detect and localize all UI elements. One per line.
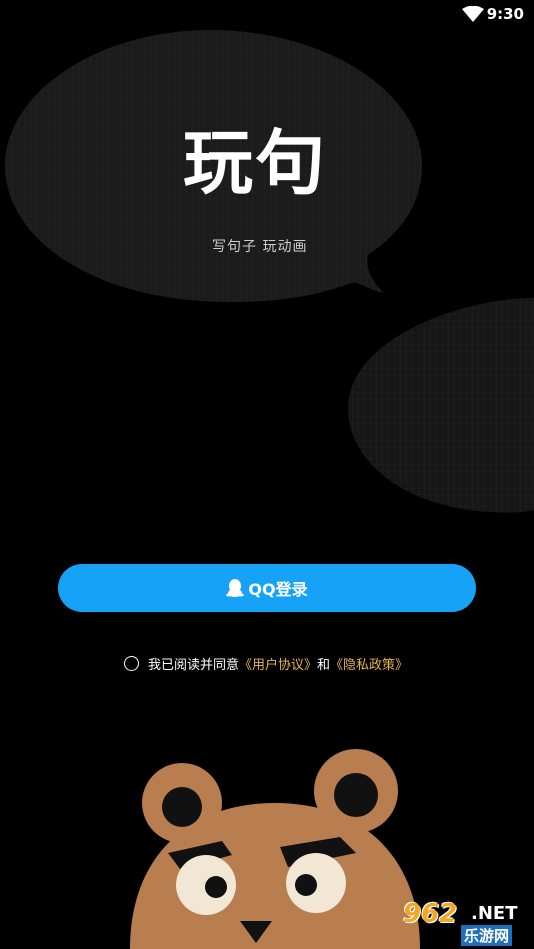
agreement-row: 我已阅读并同意 《用户协议》 和 《隐私政策》: [124, 654, 408, 673]
user-agreement-link[interactable]: 《用户协议》: [239, 654, 317, 673]
watermark-sub: 乐游网: [461, 925, 513, 946]
app-tagline: 写句子 玩动画: [212, 239, 308, 255]
agree-checkbox[interactable]: [124, 656, 139, 671]
watermark-net: .NET: [471, 903, 518, 924]
speech-bubble-decoration: [348, 298, 534, 513]
qq-login-label: QQ登录: [248, 580, 308, 599]
agreement-prefix: 我已阅读并同意: [148, 658, 240, 673]
qq-penguin-icon: [226, 579, 245, 597]
privacy-policy-link[interactable]: 《隐私政策》: [330, 654, 408, 673]
app-logo: 玩句: [183, 122, 327, 204]
watermark-logo: 962 .NET 乐游网: [393, 897, 531, 949]
bear-mascot-illustration: [130, 749, 420, 949]
qq-login-button[interactable]: QQ登录: [58, 564, 476, 612]
watermark-main: 962: [403, 899, 458, 929]
agreement-and: 和: [317, 658, 331, 673]
